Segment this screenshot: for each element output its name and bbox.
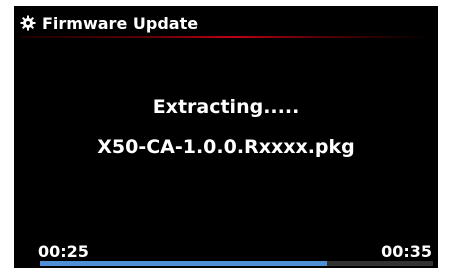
title-divider <box>20 36 432 38</box>
page-title: Firmware Update <box>42 13 199 33</box>
gear-icon <box>20 15 36 31</box>
elapsed-time: 00:25 <box>38 242 89 261</box>
firmware-update-screen: Firmware Update Extracting..... X50-CA-1… <box>14 6 438 268</box>
progress-bar <box>40 261 433 266</box>
title-bar: Firmware Update <box>20 10 198 36</box>
progress-fill <box>40 261 327 266</box>
firmware-filename: X50-CA-1.0.0.Rxxxx.pkg <box>97 136 355 158</box>
status-message: Extracting..... <box>152 96 300 118</box>
total-time: 00:35 <box>381 242 432 261</box>
